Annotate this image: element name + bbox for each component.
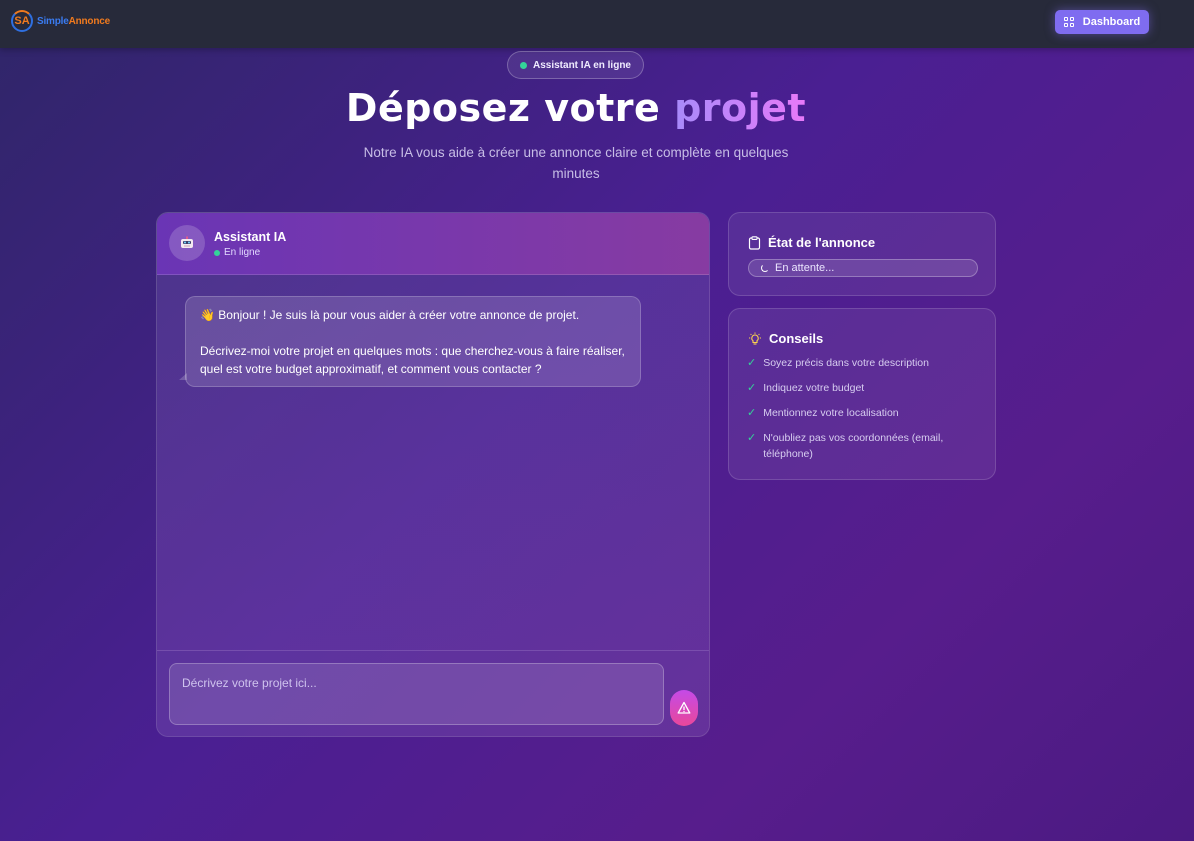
logo-mark: SA xyxy=(11,10,33,32)
spinner-icon xyxy=(761,264,769,272)
tip-item-label: N'oubliez pas vos coordonnées (email, té… xyxy=(763,432,944,460)
page-title-accent: projet xyxy=(674,86,807,130)
page-title-main: Déposez votre xyxy=(345,86,661,130)
assistant-status-label: En ligne xyxy=(224,247,261,258)
message-paragraph: Décrivez-moi votre projet en quelques mo… xyxy=(200,344,625,376)
lightbulb-icon xyxy=(749,332,761,345)
tip-item: ✓ N'oubliez pas vos coordonnées (email, t… xyxy=(747,430,981,462)
logo[interactable]: SA SimpleAnnonce xyxy=(11,10,110,32)
tips-title-label: Conseils xyxy=(769,331,824,346)
tips-list: ✓ Soyez précis dans votre description ✓ In… xyxy=(747,355,981,471)
chat-panel: Assistant IA En ligne 👋 Bonjour ! Je sui… xyxy=(156,212,710,737)
tips-title: Conseils xyxy=(748,331,823,346)
page-subtitle: Notre IA vous aide à créer une annonce c… xyxy=(363,145,789,181)
listing-status-field: En attente... xyxy=(748,259,978,277)
project-description-input[interactable] xyxy=(169,663,664,725)
tip-item-label: Indiquez votre budget xyxy=(763,382,865,394)
chat-header: Assistant IA En ligne xyxy=(157,213,709,275)
logo-simple: Simple xyxy=(37,15,69,27)
dashboard-button[interactable]: Dashboard xyxy=(1055,10,1149,34)
assistant-name: Assistant IA xyxy=(214,230,287,244)
tip-item: ✓ Mentionnez votre localisation xyxy=(747,405,981,421)
dashboard-button-label: Dashboard xyxy=(1082,16,1141,28)
page-title: Déposez votre projet xyxy=(0,86,1152,130)
tip-item: ✓ Soyez précis dans votre description xyxy=(747,355,981,371)
assistant-message: 👋 Bonjour ! Je suis là pour vous aider à… xyxy=(185,296,641,387)
listing-status-title: État de l'annonce xyxy=(748,235,875,250)
listing-status-card: État de l'annonce En attente... xyxy=(728,212,996,296)
tip-item-label: Soyez précis dans votre description xyxy=(763,357,929,369)
tip-item-label: Mentionnez votre localisation xyxy=(763,407,899,419)
listing-status-value: En attente... xyxy=(775,262,835,274)
tip-item: ✓ Indiquez votre budget xyxy=(747,380,981,396)
tips-card: Conseils ✓ Soyez précis dans votre descri… xyxy=(728,308,996,480)
check-icon: ✓ xyxy=(747,382,757,394)
check-icon: ✓ xyxy=(747,432,757,444)
check-icon: ✓ xyxy=(747,357,757,369)
check-icon: ✓ xyxy=(747,407,757,419)
top-navbar: SA SimpleAnnonce Dashboard xyxy=(0,0,1194,48)
listing-status-title-label: État de l'annonce xyxy=(768,235,876,250)
logo-annonce: Annonce xyxy=(68,15,111,27)
online-dot-icon xyxy=(214,249,220,256)
chat-messages[interactable]: 👋 Bonjour ! Je suis là pour vous aider à… xyxy=(157,275,709,651)
clipboard-icon xyxy=(748,235,761,250)
message-paragraph: 👋 Bonjour ! Je suis là pour vous aider à… xyxy=(200,308,580,322)
online-dot-icon xyxy=(520,61,527,69)
assistant-status-pill: Assistant IA en ligne xyxy=(507,51,644,79)
send-icon xyxy=(677,701,691,714)
robot-icon xyxy=(169,225,205,261)
send-button[interactable] xyxy=(670,690,698,726)
assistant-status: En ligne xyxy=(214,247,260,258)
chat-composer xyxy=(157,650,709,736)
logo-text: SimpleAnnonce xyxy=(37,16,110,27)
message-tail xyxy=(179,373,187,380)
assistant-status-pill-label: Assistant IA en ligne xyxy=(533,59,631,71)
grid-icon xyxy=(1063,16,1075,28)
